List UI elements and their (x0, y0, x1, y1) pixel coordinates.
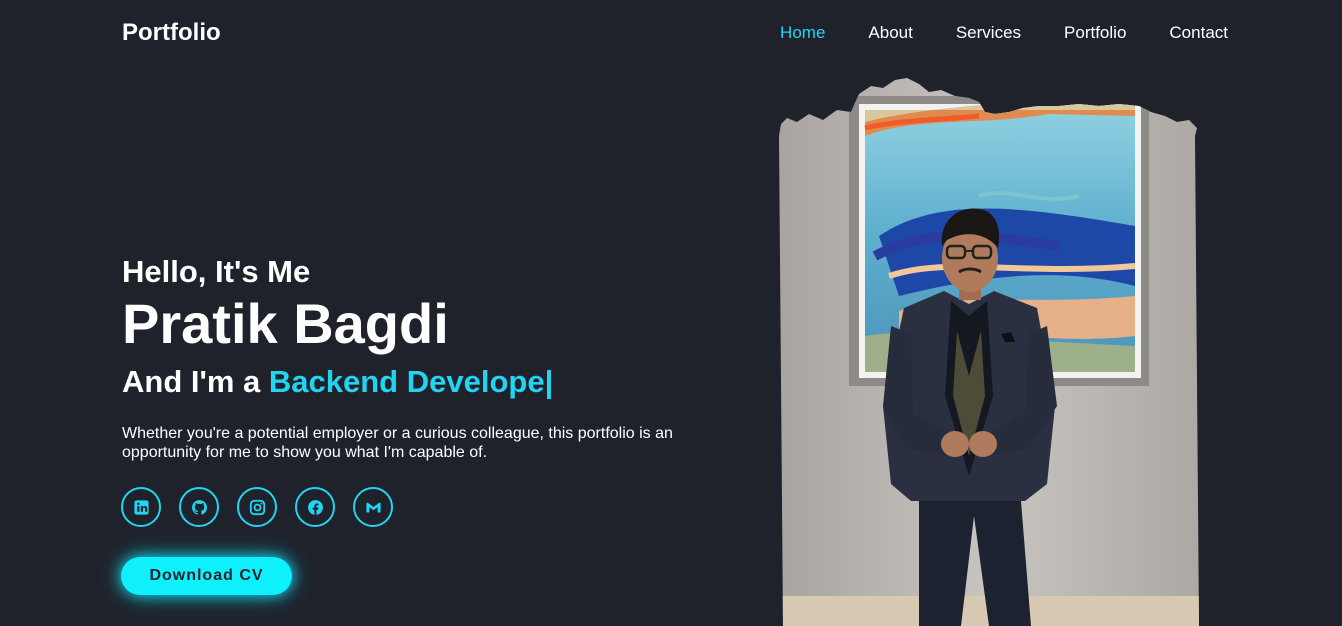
logo-link[interactable]: Portfolio (122, 19, 221, 47)
linkedin-icon (133, 499, 149, 515)
typing-cursor: | (544, 364, 554, 399)
nav-about[interactable]: About (868, 24, 912, 42)
facebook-icon (307, 499, 323, 515)
nav-portfolio[interactable]: Portfolio (1064, 24, 1126, 42)
facebook-link[interactable] (295, 487, 335, 527)
profile-photo (779, 78, 1199, 626)
github-icon (191, 499, 207, 515)
role-prefix: And I'm a (122, 364, 269, 399)
social-links (121, 487, 393, 527)
nav-contact[interactable]: Contact (1169, 24, 1228, 42)
nav-home[interactable]: Home (780, 24, 825, 42)
gmail-link[interactable] (353, 487, 393, 527)
role-typed-text: Backend Develope (268, 364, 545, 399)
hero-greeting: Hello, It's Me (122, 254, 311, 289)
site-header: Portfolio Home About Services Portfolio … (0, 0, 1342, 66)
instagram-icon (249, 499, 265, 515)
gmail-icon (365, 502, 381, 512)
main-nav: Home About Services Portfolio Contact (780, 24, 1228, 42)
linkedin-link[interactable] (121, 487, 161, 527)
download-cv-button[interactable]: Download CV (121, 557, 292, 595)
nav-services[interactable]: Services (956, 24, 1021, 42)
hero-name: Pratik Bagdi (122, 292, 449, 355)
instagram-link[interactable] (237, 487, 277, 527)
portfolio-page: Portfolio Home About Services Portfolio … (0, 0, 1342, 626)
github-link[interactable] (179, 487, 219, 527)
hero-role: And I'm a Backend Develope| (122, 362, 702, 402)
hero-description: Whether you're a potential employer or a… (122, 425, 673, 461)
hero-intro: Hello, It's Me Pratik Bagdi And I'm a Ba… (122, 252, 702, 462)
